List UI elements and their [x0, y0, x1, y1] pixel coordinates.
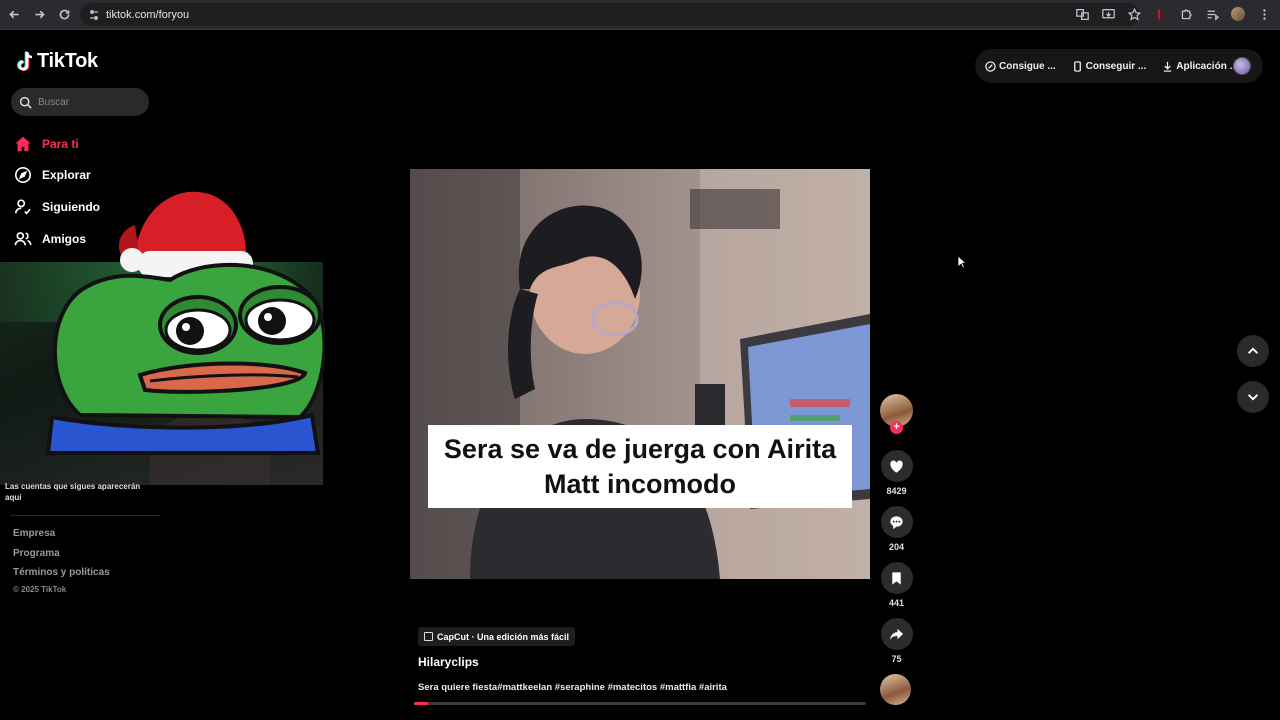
tiktok-logo[interactable]: TikTok: [16, 50, 98, 73]
footer-links: Empresa Programa Términos y políticas: [13, 527, 110, 586]
sidebar-item-label: Explorar: [42, 168, 91, 183]
like-count: 8429: [886, 486, 907, 496]
video-description[interactable]: Sera quiere fiesta#mattkeelan #seraphine…: [418, 682, 727, 693]
heart-icon: [890, 460, 903, 473]
back-icon[interactable]: [3, 4, 25, 26]
extensions-puzzle-icon[interactable]: [1176, 4, 1196, 24]
url-text[interactable]: tiktok.com/foryou: [106, 9, 189, 21]
share-icon: [889, 628, 904, 640]
get-app-button[interactable]: Conseguir ...: [1072, 60, 1147, 72]
save-count: 441: [888, 598, 905, 608]
comment-icon: [890, 515, 903, 529]
video-player[interactable]: Sera se va de juerga con Airita Matt inc…: [410, 169, 870, 579]
capcut-label: CapCut · Una edición más fácil: [437, 631, 570, 642]
previous-video-button[interactable]: [1237, 335, 1269, 367]
bookmark-star-icon[interactable]: [1124, 4, 1144, 24]
chevron-down-icon: [1247, 394, 1259, 401]
creator-avatar[interactable]: +: [880, 394, 913, 434]
mouse-cursor-icon: [957, 255, 967, 269]
address-bar[interactable]: tiktok.com/foryou: [80, 3, 1140, 26]
caption-line-2: Matt incomodo: [544, 468, 736, 499]
like-action[interactable]: 8429: [880, 450, 913, 496]
comment-action[interactable]: 204: [880, 506, 913, 552]
translate-icon[interactable]: [1072, 4, 1092, 24]
reload-icon[interactable]: [53, 4, 75, 26]
forward-icon[interactable]: [28, 4, 50, 26]
action-column: + 8429 204 441 75: [880, 394, 913, 664]
coin-icon: [985, 60, 996, 72]
search-input[interactable]: [38, 96, 138, 108]
pepe-santa-sticker: [45, 191, 325, 455]
save-action[interactable]: 441: [880, 562, 913, 608]
get-coins-button[interactable]: Consigue ...: [985, 61, 1056, 72]
more-menu-icon[interactable]: [1254, 4, 1274, 24]
follow-plus-icon[interactable]: +: [890, 421, 903, 434]
video-frame: [410, 169, 870, 579]
home-icon: [15, 136, 31, 151]
comment-count: 204: [888, 542, 905, 552]
get-app-label: Conseguir ...: [1085, 60, 1147, 72]
extension-red-icon[interactable]: [1150, 4, 1170, 24]
share-count: 75: [891, 654, 902, 664]
browser-toolbar: tiktok.com/foryou: [0, 0, 1280, 30]
sidebar-item-label: Para ti: [42, 136, 79, 151]
compass-icon: [14, 167, 32, 184]
tiktok-note-icon: [17, 51, 33, 71]
search-box[interactable]: [11, 88, 149, 116]
sidebar-item-para-ti[interactable]: Para ti: [14, 128, 100, 160]
site-settings-icon[interactable]: [88, 9, 100, 21]
brand-name: TikTok: [37, 50, 98, 72]
caption-line-1: Sera se va de juerga con Airita: [443, 433, 837, 464]
search-icon: [19, 96, 32, 109]
video-caption: Sera se va de juerga con Airita Matt inc…: [428, 425, 852, 508]
sidebar-divider: [10, 515, 160, 516]
capcut-tag[interactable]: CapCut · Una edición más fácil: [418, 627, 576, 646]
footer-link-terminos[interactable]: Términos y políticas: [13, 566, 110, 586]
video-progress-bar[interactable]: [414, 702, 866, 705]
friends-icon: [14, 231, 32, 245]
install-app-icon[interactable]: [1098, 4, 1118, 24]
copyright: © 2025 TikTok: [13, 585, 67, 594]
download-icon: [1164, 61, 1172, 72]
video-author[interactable]: Hilaryclips: [418, 655, 479, 669]
chevron-up-icon: [1247, 347, 1259, 354]
download-app-button[interactable]: Aplicación ...: [1162, 61, 1238, 72]
user-avatar[interactable]: [1233, 57, 1251, 75]
download-app-label: Aplicación ...: [1176, 60, 1238, 72]
video-progress-fill: [414, 702, 428, 705]
capcut-icon: [424, 632, 433, 641]
next-video-button[interactable]: [1237, 381, 1269, 413]
bookmark-icon: [892, 571, 901, 585]
footer-link-programa[interactable]: Programa: [13, 547, 110, 567]
footer-link-empresa[interactable]: Empresa: [13, 527, 110, 547]
following-hint: Las cuentas que sigues aparecerán aquí: [5, 482, 141, 502]
phone-icon: [1073, 60, 1081, 72]
profile-avatar[interactable]: [1228, 4, 1248, 24]
share-action[interactable]: 75: [880, 618, 913, 664]
next-video-avatar[interactable]: [880, 674, 911, 705]
user-follow-icon: [14, 199, 31, 215]
top-actions-bar: Consigue ... Conseguir ... Aplicación ..…: [975, 49, 1263, 83]
media-queue-icon[interactable]: [1202, 4, 1222, 24]
get-coins-label: Consigue ...: [999, 60, 1056, 72]
